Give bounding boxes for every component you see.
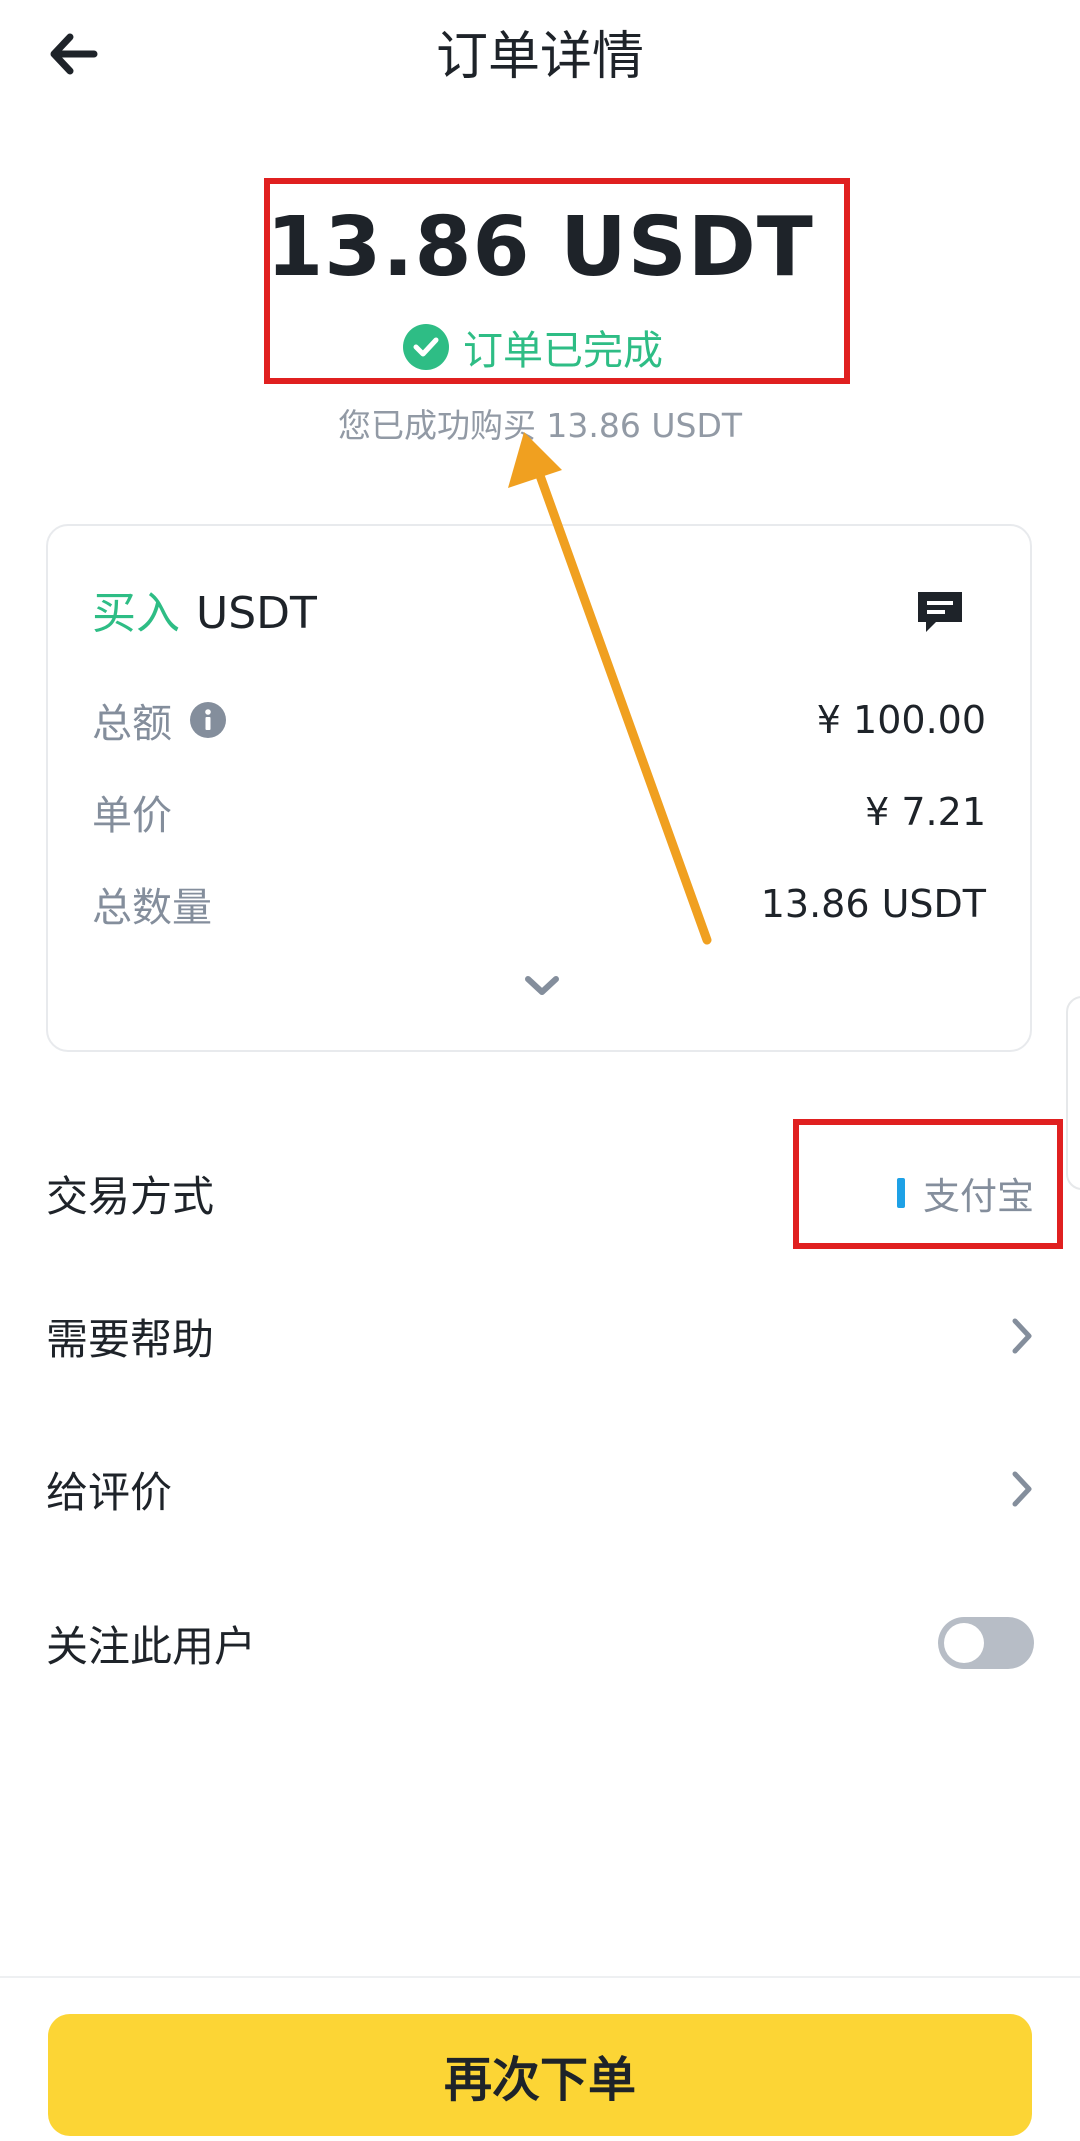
- review-row[interactable]: 给评价: [46, 1454, 1034, 1524]
- info-icon[interactable]: [190, 702, 226, 738]
- header: 订单详情: [0, 0, 1080, 120]
- reorder-button[interactable]: 再次下单: [48, 2014, 1032, 2136]
- order-asset: USDT: [196, 588, 317, 639]
- highlight-box-payment: [793, 1119, 1063, 1249]
- success-message: 您已成功购买 13.86 USDT: [337, 406, 743, 445]
- total-quantity-row: 总数量 13.86 USDT: [92, 876, 986, 932]
- footer: 再次下单: [0, 1976, 1080, 2141]
- help-label: 需要帮助: [46, 1314, 215, 1364]
- unit-price-row: 单价 ¥ 7.21: [92, 784, 986, 840]
- chevron-down-icon: [525, 976, 559, 995]
- page-title: 订单详情: [435, 27, 644, 87]
- total-quantity-label: 总数量: [92, 885, 212, 931]
- toggle-knob: [944, 1623, 984, 1663]
- unit-price-value: ¥ 7.21: [865, 790, 986, 834]
- total-amount-label: 总额: [92, 701, 172, 747]
- chevron-right-icon: [1012, 1318, 1032, 1354]
- side-drawer-handle[interactable]: [1066, 996, 1080, 1190]
- follow-label: 关注此用户: [46, 1621, 257, 1671]
- order-card: 买入 USDT 总额 ¥ 100.00 单价 ¥ 7.21 总数量 13.86 U…: [46, 524, 1032, 1052]
- review-label: 给评价: [46, 1467, 173, 1517]
- follow-toggle[interactable]: [938, 1617, 1034, 1669]
- chevron-right-icon: [1012, 1471, 1032, 1507]
- chat-icon: [918, 592, 962, 632]
- chat-button[interactable]: [916, 588, 964, 640]
- order-side-heading: 买入 USDT: [92, 586, 317, 642]
- total-amount-row: 总额 ¥ 100.00: [92, 692, 986, 748]
- expand-button[interactable]: [524, 974, 560, 1002]
- order-side: 买入: [92, 588, 180, 639]
- total-amount-value: ¥ 100.00: [816, 698, 986, 742]
- total-quantity-value: 13.86 USDT: [760, 882, 986, 926]
- payment-method-label: 交易方式: [46, 1171, 215, 1221]
- highlight-box-amount: [264, 178, 850, 384]
- unit-price-label: 单价: [92, 793, 172, 839]
- help-row[interactable]: 需要帮助: [46, 1301, 1034, 1371]
- follow-row: 关注此用户: [46, 1608, 1034, 1678]
